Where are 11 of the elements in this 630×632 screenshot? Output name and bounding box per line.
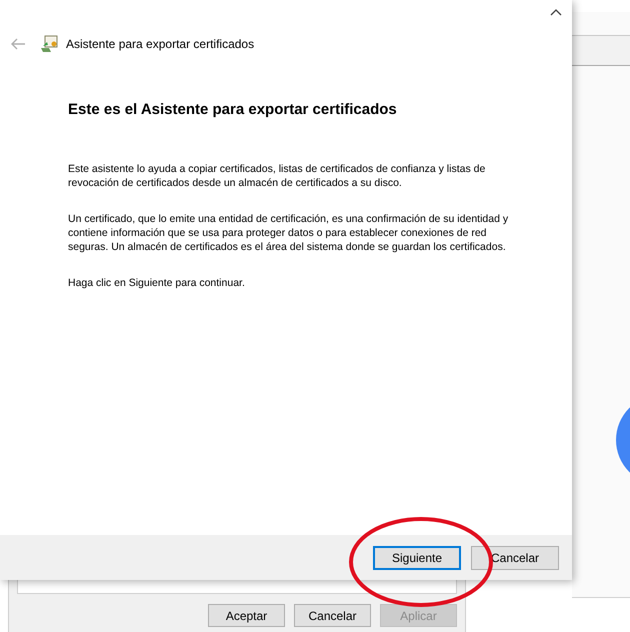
dialog-button[interactable]: Aceptar [208,604,285,627]
description-paragraph: Un certificado, que lo emite una entidad de certificación, es una confirmación de su identidad y contiene información que se usa para proteger datos o para establecer conexiones de red seguras. Un almacén de certificados es el área del sistema donde se guardan los certificados. [68,212,510,254]
description-paragraph: Este asistente lo ayuda a copiar certificados, listas de certificados de confianza y listas de revocación de certificados desde un almacén de certificados a su disco. [68,162,486,190]
wizard-button[interactable]: Siguiente [373,546,461,570]
wizard-heading: Este es el Asistente para exportar certificados [68,100,398,120]
certificate-icon [40,35,58,53]
chevron-up-icon[interactable] [550,8,562,16]
dialog-button[interactable]: Cancelar [294,604,371,627]
wizard-button[interactable]: Cancelar [471,546,559,570]
window-title: Asistente para exportar certificados [66,36,254,53]
description-paragraph: Haga clic en Siguiente para continuar. [68,276,246,290]
